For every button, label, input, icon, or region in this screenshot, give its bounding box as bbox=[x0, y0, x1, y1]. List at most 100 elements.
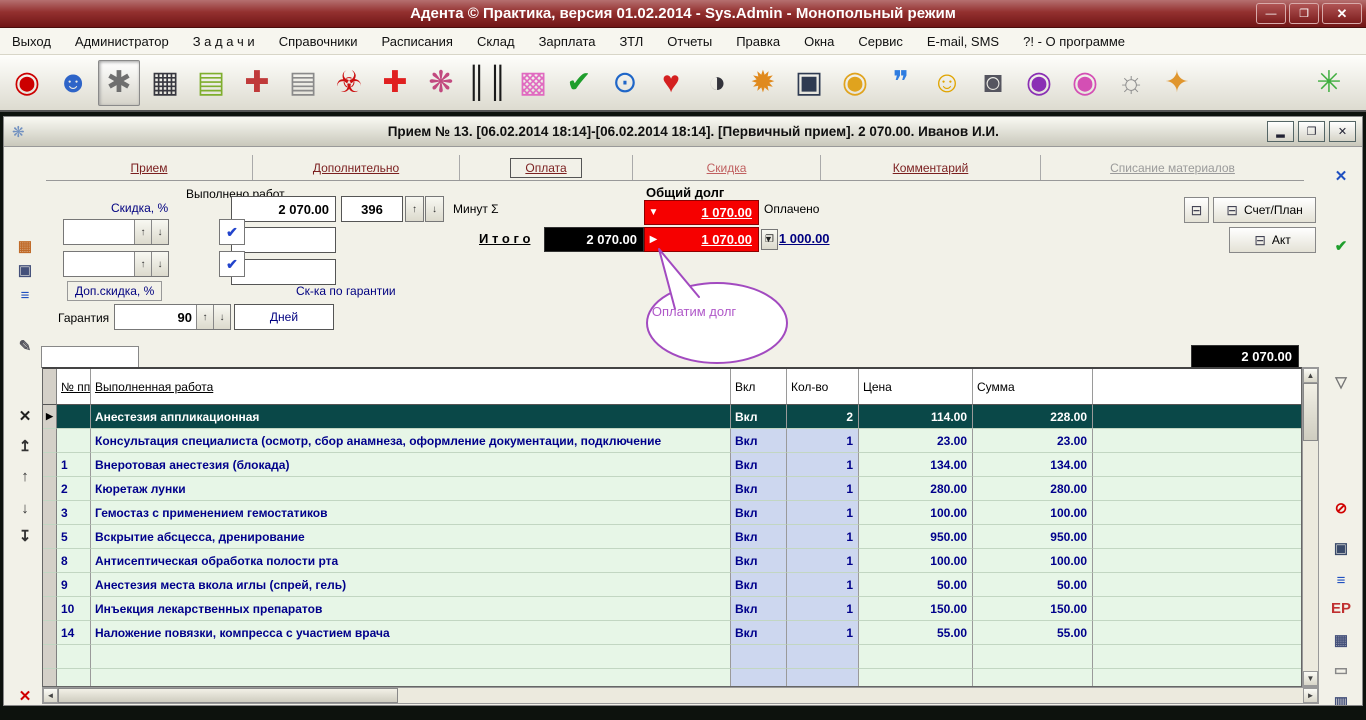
delete-row-icon[interactable]: ✕ bbox=[8, 689, 42, 704]
footer-input-box[interactable] bbox=[41, 346, 139, 368]
minutes-down-button[interactable]: ↓ bbox=[425, 196, 444, 222]
menu-item[interactable]: ЗТЛ bbox=[620, 34, 644, 49]
biohazard-icon[interactable]: ☣ bbox=[328, 60, 370, 106]
edit-doc-icon[interactable]: ✎ bbox=[8, 339, 42, 354]
bell-icon[interactable]: ✦ bbox=[1156, 60, 1198, 106]
column-header[interactable]: Вкл bbox=[731, 369, 787, 405]
tab-payment[interactable]: Оплата bbox=[460, 155, 633, 180]
block-icon[interactable]: ⊘ bbox=[1324, 501, 1358, 516]
table-row[interactable]: ▶Анестезия аппликационнаяВкл2114.00228.0… bbox=[43, 405, 1301, 429]
vertical-scrollbar[interactable]: ▲ ▼ bbox=[1302, 367, 1319, 687]
extra-discount-amount-box[interactable] bbox=[231, 259, 336, 285]
scroll-left-icon[interactable]: ◄ bbox=[43, 688, 58, 703]
table-row[interactable]: 10Инъекция лекарственных препаратовВкл11… bbox=[43, 597, 1301, 621]
menu-item[interactable]: ?! - О программе bbox=[1023, 34, 1125, 49]
vertical-scroll-thumb[interactable] bbox=[1303, 383, 1318, 441]
spin-up-icon[interactable]: ↑ bbox=[134, 220, 151, 244]
alarm-icon[interactable]: ◉ bbox=[834, 60, 876, 106]
print-button[interactable]: ⊟ bbox=[1184, 197, 1209, 223]
camera-icon[interactable]: ◙ bbox=[972, 60, 1014, 106]
menu-item[interactable]: Расписания bbox=[381, 34, 452, 49]
apply-discount-button[interactable]: ✔ bbox=[219, 219, 245, 245]
column-header[interactable]: № пп bbox=[57, 369, 91, 405]
eye-purple-icon[interactable]: ◉ bbox=[1018, 60, 1060, 106]
spin-up-icon[interactable]: ↑ bbox=[134, 252, 151, 276]
horizontal-scrollbar[interactable]: ◄ ► bbox=[42, 687, 1319, 704]
spin-down-icon[interactable]: ↓ bbox=[151, 220, 168, 244]
filter-icon[interactable]: ▽ bbox=[1324, 375, 1358, 390]
tab-reception[interactable]: Прием bbox=[46, 155, 253, 180]
move-bottom-icon[interactable]: ↧ bbox=[8, 529, 42, 544]
discount-amount-box[interactable] bbox=[231, 227, 336, 253]
close-pane-icon[interactable]: ✕ bbox=[1324, 169, 1358, 184]
tiles-icon[interactable]: ▩ bbox=[512, 60, 554, 106]
dropdown-icon[interactable]: ▼ bbox=[764, 234, 773, 244]
gear-orange-icon[interactable]: ✹ bbox=[742, 60, 784, 106]
menu-item[interactable]: Администратор bbox=[75, 34, 169, 49]
delete-x-icon[interactable]: ✕ bbox=[8, 409, 42, 424]
column-header[interactable]: Кол-во bbox=[787, 369, 859, 405]
tab-discount[interactable]: Скидка bbox=[633, 155, 821, 180]
firstaid-icon[interactable]: ✚ bbox=[374, 60, 416, 106]
child-maximize-button[interactable]: ❐ bbox=[1298, 121, 1325, 142]
menu-item[interactable]: Сервис bbox=[858, 34, 903, 49]
clock-blue-icon[interactable]: ⊙ bbox=[604, 60, 646, 106]
monitor-icon[interactable]: ▣ bbox=[788, 60, 830, 106]
bulb-icon[interactable]: ☼ bbox=[1110, 60, 1152, 106]
arrow-right-icon[interactable]: ▶ bbox=[645, 234, 662, 245]
table-row[interactable]: 2Кюретаж лункиВкл1280.00280.00 bbox=[43, 477, 1301, 501]
spin-down-icon[interactable]: ↓ bbox=[151, 252, 168, 276]
scroll-right-icon[interactable]: ► bbox=[1303, 688, 1318, 703]
menu-item[interactable]: Выход bbox=[12, 34, 51, 49]
invoice-plan-button[interactable]: ⊟ Счет/План bbox=[1213, 197, 1316, 223]
minutes-up-button[interactable]: ↑ bbox=[405, 196, 424, 222]
archive-icon[interactable]: ▤ bbox=[282, 60, 324, 106]
medcard-icon[interactable]: ✚ bbox=[236, 60, 278, 106]
terminal-icon[interactable]: ▣ bbox=[1324, 541, 1358, 556]
menu-item[interactable]: Правка bbox=[736, 34, 780, 49]
close-button[interactable]: ✕ bbox=[1322, 3, 1362, 24]
power-icon[interactable]: ◉ bbox=[6, 60, 48, 106]
move-top-icon[interactable]: ↥ bbox=[8, 439, 42, 454]
folder-icon[interactable]: ▤ bbox=[190, 60, 232, 106]
scroll-up-icon[interactable]: ▲ bbox=[1303, 368, 1318, 383]
eye-pink-icon[interactable]: ◉ bbox=[1064, 60, 1106, 106]
vertical-scroll-track[interactable] bbox=[1303, 383, 1318, 671]
grid-icon[interactable]: ▦ bbox=[1324, 633, 1358, 648]
palette-grid-icon[interactable]: ▦ bbox=[8, 239, 42, 254]
discount-spinner[interactable]: ↑ ↓ bbox=[63, 219, 169, 245]
table-row[interactable]: 1Внеротовая анестезия (блокада)Вкл1134.0… bbox=[43, 453, 1301, 477]
palette-icon[interactable]: ❋ bbox=[420, 60, 462, 106]
plugin-icon[interactable]: ✳ bbox=[1308, 60, 1350, 106]
scroll-down-icon[interactable]: ▼ bbox=[1303, 671, 1318, 686]
table-row[interactable]: 8Антисептическая обработка полости ртаВк… bbox=[43, 549, 1301, 573]
confirm-icon[interactable]: ✔ bbox=[1324, 239, 1358, 254]
menu-item[interactable]: Справочники bbox=[279, 34, 358, 49]
smiley-icon[interactable]: ☺ bbox=[926, 60, 968, 106]
chat-icon[interactable]: ❞ bbox=[880, 60, 922, 106]
menu-item[interactable]: З а д а ч и bbox=[193, 34, 255, 49]
table-row[interactable]: Консультация специалиста (осмотр, сбор а… bbox=[43, 429, 1301, 453]
warranty-days-box[interactable]: Дней bbox=[234, 304, 334, 330]
tab-additional[interactable]: Дополнительно bbox=[253, 155, 460, 180]
barcode-icon[interactable]: ║║ bbox=[466, 60, 508, 106]
warranty-spinner[interactable]: 90 ↑ ↓ bbox=[114, 304, 231, 330]
settings-icon[interactable]: ✱ bbox=[98, 60, 140, 106]
restore-button[interactable]: ❐ bbox=[1289, 3, 1319, 24]
menu-item[interactable]: Отчеты bbox=[667, 34, 712, 49]
table-row[interactable]: 14Наложение повязки, компресса с участие… bbox=[43, 621, 1301, 645]
menu-item[interactable]: Окна bbox=[804, 34, 834, 49]
apply-extra-discount-button[interactable]: ✔ bbox=[219, 251, 245, 277]
child-minimize-button[interactable]: ▂ bbox=[1267, 121, 1294, 142]
table-row[interactable]: 3Гемостаз с применением гемостатиковВкл1… bbox=[43, 501, 1301, 525]
minutes-box[interactable]: 396 bbox=[341, 196, 403, 222]
list2-icon[interactable]: ≡ bbox=[1324, 573, 1358, 588]
stamp-ep-icon[interactable]: ЕР bbox=[1324, 601, 1358, 616]
menu-item[interactable]: Склад bbox=[477, 34, 515, 49]
paid-row[interactable]: ▼ 1 000.00 bbox=[764, 231, 830, 246]
spin-up-icon[interactable]: ↑ bbox=[196, 305, 213, 329]
act-button[interactable]: ⊟ Акт bbox=[1229, 227, 1316, 253]
horizontal-scroll-thumb[interactable] bbox=[58, 688, 398, 703]
table-row[interactable]: 5Вскрытие абсцесса, дренированиеВкл1950.… bbox=[43, 525, 1301, 549]
tab-comment[interactable]: Комментарий bbox=[821, 155, 1041, 180]
